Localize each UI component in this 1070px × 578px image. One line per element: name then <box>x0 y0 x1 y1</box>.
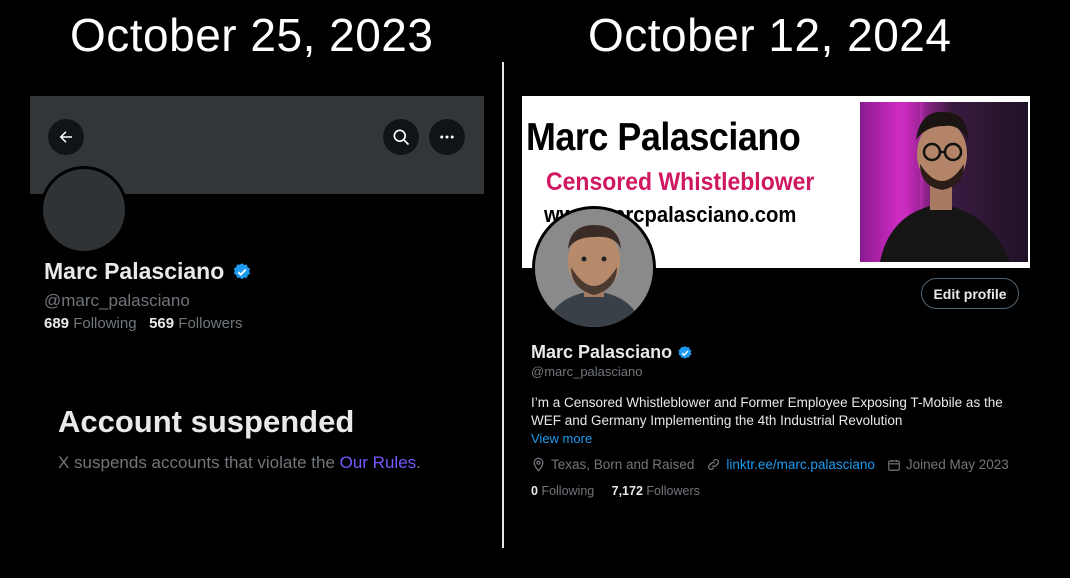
link-icon <box>708 459 720 470</box>
search-icon <box>393 129 410 146</box>
profile-bio: I’m a Censored Whistleblower and Former … <box>531 394 1011 430</box>
back-button[interactable] <box>48 119 84 155</box>
suspended-profile-handle: @marc_palasciano <box>44 291 190 310</box>
suspended-avatar <box>40 166 128 254</box>
edit-profile-button[interactable]: Edit profile <box>921 278 1019 309</box>
joined-item: Joined May 2023 <box>887 457 1009 472</box>
location-icon <box>533 457 544 472</box>
profile-link[interactable]: linktr.ee/marc.palasciano <box>726 457 875 472</box>
followers-count: 569 <box>149 315 175 332</box>
verified-badge-icon <box>234 262 251 279</box>
banner-photo <box>860 102 1028 262</box>
our-rules-link[interactable]: Our Rules <box>340 453 417 472</box>
account-suspended-text: X suspends accounts that violate the Our… <box>58 453 421 473</box>
name-text: Marc Palasciano <box>44 258 225 284</box>
verified-badge-icon <box>678 345 692 359</box>
followers-label[interactable]: Followers <box>646 484 700 498</box>
followers-label[interactable]: Followers <box>178 315 242 332</box>
location-text: Texas, Born and Raised <box>551 457 695 472</box>
back-arrow-icon <box>59 131 72 143</box>
following-label[interactable]: Following <box>541 484 594 498</box>
name-text: Marc Palasciano <box>531 342 673 362</box>
followers-count: 7,172 <box>611 484 643 498</box>
suspended-text-suffix: . <box>416 453 421 472</box>
profile-name: Marc Palasciano <box>531 342 693 363</box>
following-label[interactable]: Following <box>73 315 136 332</box>
date-label-right: October 12, 2024 <box>588 9 952 61</box>
suspended-profile-stats: 689 Following 569 Followers <box>44 315 242 332</box>
search-button[interactable] <box>383 119 419 155</box>
profile-stats: 0 Following 7,172 Followers <box>531 484 700 498</box>
date-label-left: October 25, 2023 <box>70 9 434 61</box>
joined-text: Joined May 2023 <box>905 457 1009 472</box>
profile-meta: Texas, Born and Raised linktr.ee/marc.pa… <box>531 457 1021 472</box>
bio-line-2: WEF and Germany Implementing the 4th Ind… <box>531 413 903 428</box>
banner-subtitle-text: Censored Whistleblower <box>546 168 815 196</box>
following-count: 689 <box>44 315 70 332</box>
bio-line-1: I’m a Censored Whistleblower and Former … <box>531 395 1003 410</box>
profile-avatar[interactable] <box>532 206 656 330</box>
suspended-profile-name: Marc Palasciano <box>44 258 252 285</box>
divider <box>502 62 504 548</box>
calendar-icon <box>888 459 900 471</box>
banner-name-text: Marc Palasciano <box>526 116 801 159</box>
profile-handle: @marc_palasciano <box>531 364 643 379</box>
link-item[interactable]: linktr.ee/marc.palasciano <box>706 457 875 472</box>
suspended-text-prefix: X suspends accounts that violate the <box>58 453 340 472</box>
view-more-link[interactable]: View more <box>531 431 592 446</box>
account-suspended-title: Account suspended <box>58 404 355 439</box>
more-button[interactable] <box>429 119 465 155</box>
following-count: 0 <box>531 484 538 498</box>
location-item: Texas, Born and Raised <box>531 457 694 472</box>
more-icon <box>440 135 454 139</box>
